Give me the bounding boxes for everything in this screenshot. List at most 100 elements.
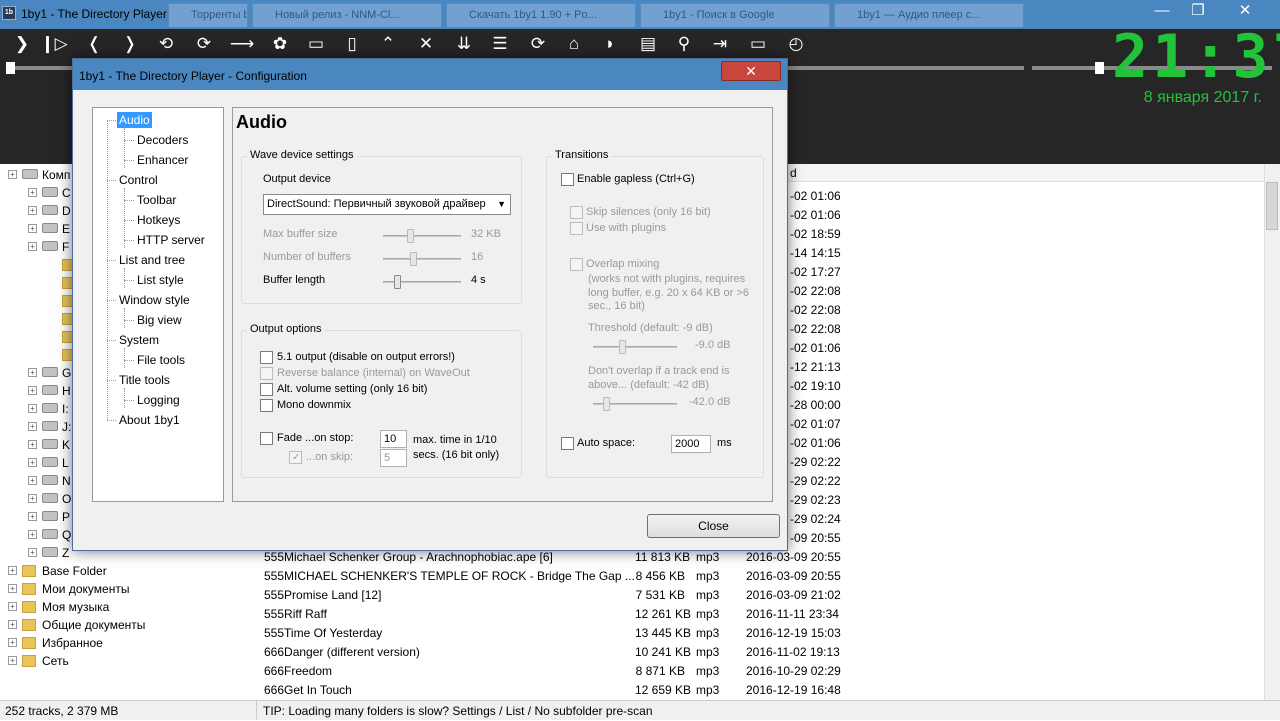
nav-item-control[interactable]: Control — [117, 172, 160, 188]
expand-icon[interactable]: + — [28, 458, 37, 467]
nav-item-hotkeys[interactable]: Hotkeys — [135, 212, 182, 228]
sort-button[interactable]: ⇊ — [450, 32, 478, 56]
nav-item-logging[interactable]: Logging — [135, 392, 182, 408]
expand-icon[interactable]: + — [8, 638, 17, 647]
nav-item-toolbar[interactable]: Toolbar — [135, 192, 178, 208]
alt-volume-checkbox[interactable] — [260, 383, 273, 396]
enable-gapless-checkbox[interactable] — [561, 173, 574, 186]
expand-icon[interactable]: + — [28, 530, 37, 539]
list-scrollbar-thumb[interactable] — [1266, 182, 1278, 230]
expand-icon[interactable]: + — [28, 404, 37, 413]
home-button[interactable]: ⌂ — [560, 32, 588, 56]
window-close-button[interactable]: ✕ — [1222, 0, 1268, 22]
table-row[interactable]: 666Get In Touch 12 659 KB mp3 2016-12-19 16… — [256, 681, 1264, 700]
tree-item[interactable]: + Base Folder — [0, 562, 256, 580]
expand-icon[interactable]: + — [28, 422, 37, 431]
tree-item[interactable]: + Общие документы — [0, 616, 256, 634]
tree-item[interactable]: + Избранное — [0, 634, 256, 652]
move-delete-button[interactable]: ⇥ — [706, 32, 734, 56]
nav-item-decoders[interactable]: Decoders — [135, 132, 190, 148]
table-row[interactable]: 555MICHAEL SCHENKER'S TEMPLE OF ROCK - B… — [256, 567, 1264, 586]
expand-icon[interactable]: + — [28, 368, 37, 377]
window-button[interactable]: ▭ — [302, 32, 330, 56]
threshold-slider[interactable] — [593, 346, 677, 348]
max-buffer-slider-thumb[interactable] — [407, 229, 415, 243]
dialog-titlebar[interactable]: 1by1 - The Directory Player - Configurat… — [73, 59, 787, 90]
buffer-length-slider-thumb[interactable] — [394, 275, 402, 289]
nav-item-http-server[interactable]: HTTP server — [135, 232, 207, 248]
auto-space-input[interactable]: 2000 — [671, 435, 711, 453]
overlap-mixing-checkbox[interactable] — [570, 258, 583, 271]
output-device-select[interactable]: DirectSound: Первичный звуковой драйвер … — [263, 194, 511, 215]
forward-folder-button[interactable]: ⟳ — [190, 32, 218, 56]
browser-tab-3[interactable]: Скачать 1by1 1.90 + Po... — [446, 3, 636, 27]
expand-icon[interactable]: + — [8, 170, 17, 179]
skip-silences-checkbox[interactable] — [570, 206, 583, 219]
list-scrollbar[interactable] — [1264, 164, 1280, 700]
back-folder-button[interactable]: ⟲ — [152, 32, 180, 56]
nav-item-title-tools[interactable]: Title tools — [117, 372, 172, 388]
table-row[interactable]: 555Promise Land [12] 7 531 KB mp3 2016-03-0… — [256, 586, 1264, 605]
browser-tab-1[interactable]: Торренты by Lo... — [168, 3, 248, 27]
nav-item-big-view[interactable]: Big view — [135, 312, 184, 328]
num-buffers-slider[interactable] — [383, 258, 461, 260]
expand-icon[interactable]: + — [28, 512, 37, 521]
expand-icon[interactable]: + — [28, 242, 37, 251]
table-row[interactable]: 666Freedom 8 871 KB mp3 2016-10-29 02:29 — [256, 662, 1264, 681]
expand-icon[interactable]: + — [28, 494, 37, 503]
zoom-button[interactable]: ⚲ — [670, 32, 698, 56]
dialog-close-button[interactable]: ✕ — [721, 61, 781, 81]
volume-button[interactable]: ◗ — [596, 32, 624, 56]
max-buffer-slider[interactable] — [383, 235, 461, 237]
dont-overlap-slider-thumb[interactable] — [602, 397, 610, 411]
fade-on-stop-checkbox[interactable] — [260, 432, 273, 445]
fade-on-skip-checkbox[interactable]: ✓ — [289, 451, 302, 464]
nav-item-window-style[interactable]: Window style — [117, 292, 192, 308]
expand-icon[interactable]: + — [28, 188, 37, 197]
browser-tab-4[interactable]: 1by1 - Поиск в Google — [640, 3, 830, 27]
repeat-button[interactable]: ⟳ — [524, 32, 552, 56]
volume-knob[interactable] — [1095, 62, 1105, 74]
panel-button[interactable]: ▯ — [338, 32, 366, 56]
timer-button[interactable]: ◴ — [782, 32, 810, 56]
expand-icon[interactable]: + — [8, 584, 17, 593]
threshold-slider-thumb[interactable] — [619, 340, 627, 354]
use-with-plugins-checkbox[interactable] — [570, 222, 583, 235]
nav-item-audio[interactable]: Audio — [117, 112, 152, 128]
keyboard-button[interactable]: ▭ — [744, 32, 772, 56]
window-titlebar[interactable]: 1b 1by1 - The Directory Player Торренты … — [0, 0, 1280, 29]
expand-icon[interactable]: + — [28, 206, 37, 215]
close-button[interactable]: Close — [647, 514, 780, 538]
tree-item[interactable]: + Сеть — [0, 652, 256, 670]
nav-item-file-tools[interactable]: File tools — [135, 352, 187, 368]
previous-button[interactable]: ❬ — [80, 32, 108, 56]
expand-icon[interactable]: + — [28, 386, 37, 395]
table-row[interactable]: 555Riff Raff 12 261 KB mp3 2016-11-11 23:34 — [256, 605, 1264, 624]
nav-item-system[interactable]: System — [117, 332, 161, 348]
fade-stop-input[interactable]: 10 — [380, 430, 407, 448]
mono-downmix-checkbox[interactable] — [260, 399, 273, 412]
expand-icon[interactable]: + — [28, 548, 37, 557]
table-row[interactable]: 666Danger (different version) 10 241 KB mp… — [256, 643, 1264, 662]
arrow-right-button[interactable]: ⟶ — [228, 32, 256, 56]
next-button[interactable]: ❭ — [116, 32, 144, 56]
auto-space-checkbox[interactable] — [561, 437, 574, 450]
expand-icon[interactable]: + — [28, 440, 37, 449]
gear-button[interactable]: ✿ — [266, 32, 294, 56]
table-row[interactable]: 555Time Of Yesterday 13 445 KB mp3 2016-12-… — [256, 624, 1264, 643]
expand-icon[interactable]: + — [8, 620, 17, 629]
reverse-balance-checkbox[interactable] — [260, 367, 273, 380]
tree-item[interactable]: + Мои документы — [0, 580, 256, 598]
fade-skip-input[interactable]: 5 — [380, 449, 407, 467]
nav-item-list-and-tree[interactable]: List and tree — [117, 252, 187, 268]
tree-item[interactable]: + Моя музыка — [0, 598, 256, 616]
nav-item-about-1by1[interactable]: About 1by1 — [117, 412, 182, 428]
output-51-checkbox[interactable] — [260, 351, 273, 364]
expand-icon[interactable]: + — [28, 476, 37, 485]
maximize-button[interactable]: ❐ — [1176, 0, 1220, 22]
pause-button[interactable]: ❙▷ — [40, 32, 68, 56]
expand-icon[interactable]: + — [8, 566, 17, 575]
up-button[interactable]: ⌃ — [374, 32, 402, 56]
num-buffers-slider-thumb[interactable] — [409, 252, 417, 266]
close-button[interactable]: ✕ — [412, 32, 440, 56]
